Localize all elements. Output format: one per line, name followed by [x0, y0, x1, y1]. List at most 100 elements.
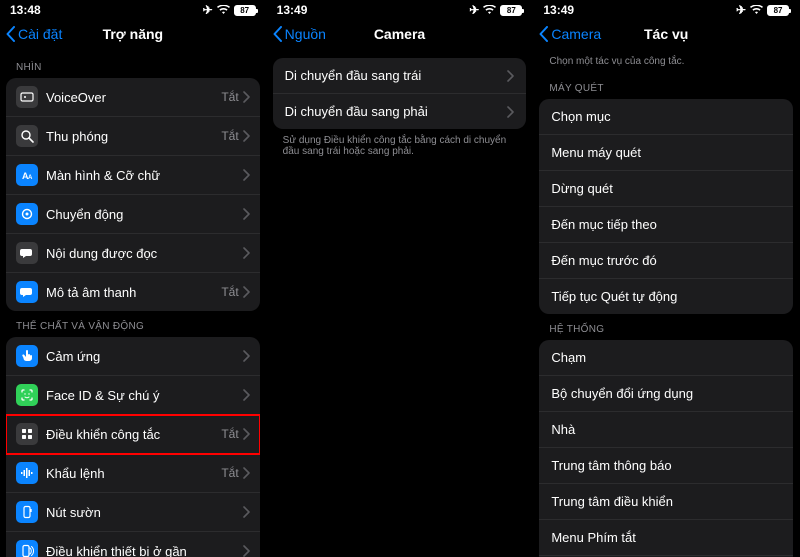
- chevron-left-icon: [6, 26, 15, 42]
- chevron-right-icon: [243, 247, 250, 259]
- wifi-icon: [483, 5, 496, 15]
- list-item[interactable]: Dừng quét: [539, 171, 793, 207]
- airplane-icon: ✈︎: [203, 3, 213, 17]
- settings-row[interactable]: Chuyển động: [6, 195, 260, 234]
- back-button[interactable]: Camera: [539, 26, 601, 42]
- status-icons: ✈︎ 87: [736, 3, 789, 17]
- settings-group: Cảm ứng Face ID & Sự chú ý Điều khiển công…: [6, 337, 260, 557]
- list-item[interactable]: Di chuyển đầu sang trái: [273, 58, 527, 94]
- status-icons: ✈︎ 87: [469, 3, 522, 17]
- row-label: Điều khiển thiết bị ở gần: [46, 544, 243, 557]
- settings-row[interactable]: Cảm ứng: [6, 337, 260, 376]
- row-label: Trung tâm thông báo: [551, 458, 781, 473]
- row-value: Tắt: [221, 466, 238, 480]
- list-item[interactable]: Chọn mục: [539, 99, 793, 135]
- settings-row[interactable]: Nút sườn: [6, 493, 260, 532]
- airplane-icon: ✈︎: [736, 3, 746, 17]
- back-button[interactable]: Cài đặt: [6, 26, 62, 42]
- list-item[interactable]: Tiếp tục Quét tự động: [539, 279, 793, 314]
- chevron-right-icon: [243, 428, 250, 440]
- settings-row[interactable]: Face ID & Sự chú ý: [6, 376, 260, 415]
- clock: 13:49: [543, 3, 574, 17]
- status-bar: 13:49 ✈︎ 87: [267, 0, 533, 20]
- chevron-right-icon: [243, 467, 250, 479]
- row-label: Di chuyển đầu sang phải: [285, 104, 508, 119]
- list-item[interactable]: Trung tâm điều khiển: [539, 484, 793, 520]
- status-icons: ✈︎ 87: [203, 3, 256, 17]
- chevron-left-icon: [539, 26, 548, 42]
- list-item[interactable]: Menu Phím tắt: [539, 520, 793, 556]
- settings-row[interactable]: AA Màn hình & Cỡ chữ: [6, 156, 260, 195]
- battery-icon: 87: [500, 5, 522, 16]
- list-item[interactable]: Bộ chuyển đổi ứng dụng: [539, 376, 793, 412]
- footer-hint: Sử dụng Điều khiển công tắc bằng cách di…: [273, 129, 527, 163]
- settings-row[interactable]: Điều khiển công tắcTắt: [6, 415, 260, 454]
- list-item[interactable]: Trung tâm thông báo: [539, 448, 793, 484]
- settings-group: Di chuyển đầu sang trái Di chuyển đầu san…: [273, 58, 527, 129]
- settings-group: Chạm Bộ chuyển đổi ứng dụngNhà Trung tâm t…: [539, 340, 793, 557]
- airplane-icon: ✈︎: [469, 3, 479, 17]
- list-item[interactable]: Đến mục tiếp theo: [539, 207, 793, 243]
- row-label: Cảm ứng: [46, 349, 243, 364]
- chevron-right-icon: [243, 286, 250, 298]
- chevron-right-icon: [507, 70, 514, 82]
- faceid-icon: [16, 384, 38, 406]
- back-label: Camera: [551, 26, 601, 42]
- settings-row[interactable]: Mô tả âm thanhTắt: [6, 273, 260, 311]
- row-label: Face ID & Sự chú ý: [46, 388, 243, 403]
- row-label: Mô tả âm thanh: [46, 285, 221, 300]
- wifi-icon: [217, 5, 230, 15]
- list-item[interactable]: Menu máy quét: [539, 135, 793, 171]
- chevron-right-icon: [243, 130, 250, 142]
- side-icon: [16, 501, 38, 523]
- row-label: Thu phóng: [46, 129, 221, 144]
- phone-actions: 13:49 ✈︎ 87 Camera Tác vụ Chọn một tác v…: [533, 0, 800, 557]
- row-value: Tắt: [221, 427, 238, 441]
- settings-row[interactable]: Khẩu lệnhTắt: [6, 454, 260, 493]
- row-label: Nút sườn: [46, 505, 243, 520]
- row-label: Khẩu lệnh: [46, 466, 221, 481]
- back-button[interactable]: Nguồn: [273, 26, 326, 42]
- zoom-icon: [16, 125, 38, 147]
- settings-group: VoiceOverTắtThu phóngTắtAAMàn hình & Cỡ …: [6, 78, 260, 311]
- settings-row[interactable]: VoiceOverTắt: [6, 78, 260, 117]
- section-header: NHÌN: [6, 52, 260, 78]
- content: Chọn một tác vụ của công tắc.MÁY QUÉTChọ…: [533, 52, 799, 557]
- clock: 13:49: [277, 3, 308, 17]
- list-item[interactable]: Di chuyển đầu sang phải: [273, 94, 527, 129]
- settings-row[interactable]: Nội dung được đọc: [6, 234, 260, 273]
- row-label: Menu máy quét: [551, 145, 781, 160]
- chevron-right-icon: [243, 545, 250, 557]
- phone-accessibility: 13:48 ✈︎ 87 Cài đặt Trợ năng NHÌNVoiceOv…: [0, 0, 267, 557]
- content: NHÌNVoiceOverTắtThu phóngTắtAAMàn hình &…: [0, 52, 266, 557]
- battery-icon: 87: [234, 5, 256, 16]
- row-label: Chạm: [551, 350, 781, 365]
- row-value: Tắt: [221, 129, 238, 143]
- list-item[interactable]: Nhà: [539, 412, 793, 448]
- row-label: Đến mục tiếp theo: [551, 217, 781, 232]
- row-label: Màn hình & Cỡ chữ: [46, 168, 243, 183]
- hint-text: Chọn một tác vụ của công tắc.: [539, 52, 793, 73]
- list-item[interactable]: Chạm: [539, 340, 793, 376]
- settings-row[interactable]: Thu phóngTắt: [6, 117, 260, 156]
- text-icon: AA: [16, 164, 38, 186]
- wifi-icon: [750, 5, 763, 15]
- row-label: Menu Phím tắt: [551, 530, 781, 545]
- row-label: Dừng quét: [551, 181, 781, 196]
- phone-camera: 13:49 ✈︎ 87 Nguồn Camera Di chuyển đầu s…: [267, 0, 534, 557]
- voice-icon: [16, 462, 38, 484]
- battery-icon: 87: [767, 5, 789, 16]
- section-header: MÁY QUÉT: [539, 73, 793, 99]
- chevron-left-icon: [273, 26, 282, 42]
- clock: 13:48: [10, 3, 41, 17]
- row-label: Điều khiển công tắc: [46, 427, 221, 442]
- nav-bar: Camera Tác vụ: [533, 20, 799, 52]
- nav-bar: Cài đặt Trợ năng: [0, 20, 266, 52]
- settings-group: Chọn mục Menu máy quét Dừng quét Đến mục ti…: [539, 99, 793, 314]
- list-item[interactable]: Đến mục trước đó: [539, 243, 793, 279]
- row-label: Chọn mục: [551, 109, 781, 124]
- status-bar: 13:49 ✈︎ 87: [533, 0, 799, 20]
- voiceover-icon: [16, 86, 38, 108]
- row-value: Tắt: [221, 90, 238, 104]
- settings-row[interactable]: Điều khiển thiết bị ở gần: [6, 532, 260, 557]
